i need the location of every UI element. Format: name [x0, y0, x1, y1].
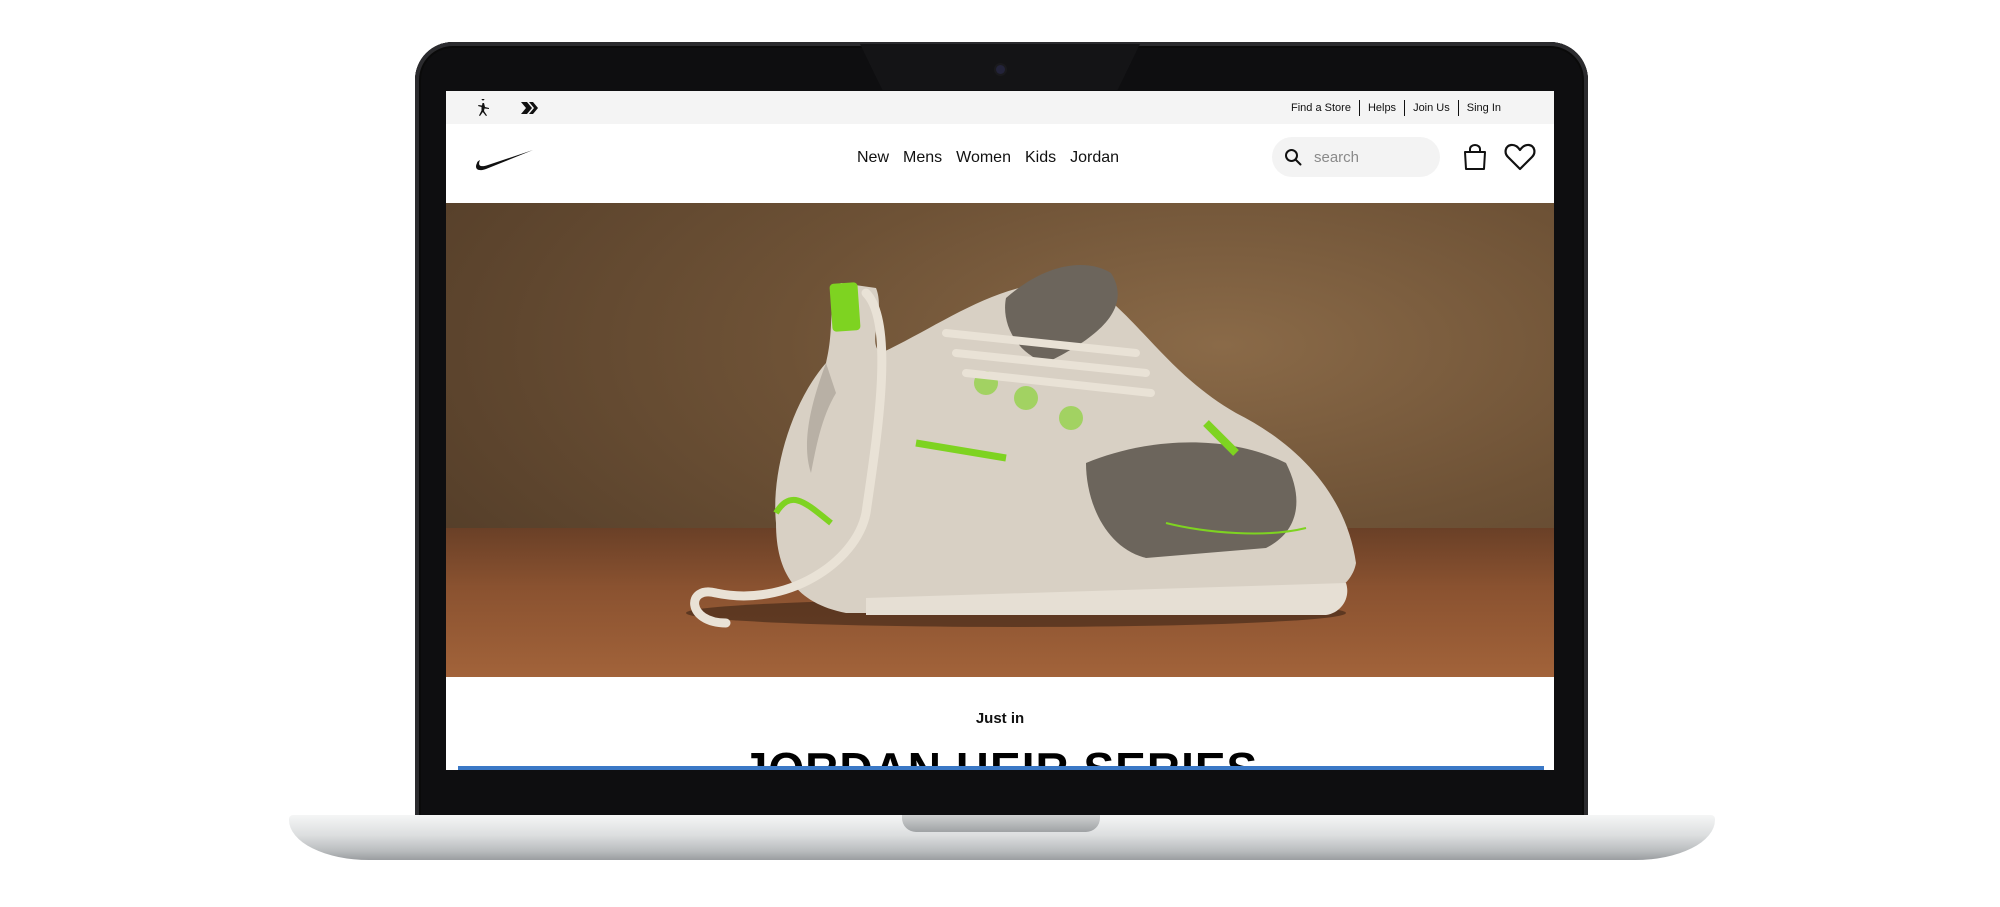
converse-icon[interactable]	[519, 98, 539, 118]
bag-icon[interactable]	[1460, 142, 1490, 172]
screen-scroll-indicator	[458, 766, 1544, 770]
find-store-link[interactable]: Find a Store	[1283, 100, 1359, 116]
menu-item-jordan[interactable]: Jordan	[1063, 148, 1126, 168]
sneaker-illustration	[686, 265, 1356, 628]
heart-icon[interactable]	[1504, 142, 1536, 172]
menu-item-mens[interactable]: Mens	[896, 148, 949, 168]
main-menu: New Mens Women Kids Jordan	[850, 148, 1126, 168]
laptop-hinge	[902, 815, 1100, 832]
search-box[interactable]	[1272, 137, 1440, 177]
join-us-link[interactable]: Join Us	[1404, 99, 1458, 116]
utility-links: Find a Store Helps Join Us Sing In	[1283, 91, 1509, 124]
menu-item-kids[interactable]: Kids	[1018, 148, 1063, 168]
search-icon[interactable]	[1284, 148, 1302, 166]
menu-item-women[interactable]: Women	[949, 148, 1018, 168]
main-navbar: New Mens Women Kids Jordan	[446, 124, 1554, 203]
sign-in-link[interactable]: Sing In	[1457, 99, 1509, 116]
nike-swoosh-icon[interactable]	[474, 148, 534, 176]
jordan-jumpman-icon[interactable]	[473, 98, 493, 118]
hero-banner[interactable]	[446, 203, 1554, 677]
browser-viewport: Find a Store Helps Join Us Sing In New M…	[446, 91, 1554, 770]
webcam	[996, 65, 1005, 74]
menu-item-new[interactable]: New	[850, 148, 896, 168]
section-eyebrow: Just in	[975, 710, 1025, 727]
search-input[interactable]	[1312, 147, 1436, 167]
utility-bar: Find a Store Helps Join Us Sing In	[446, 91, 1554, 124]
help-link[interactable]: Helps	[1358, 99, 1404, 116]
